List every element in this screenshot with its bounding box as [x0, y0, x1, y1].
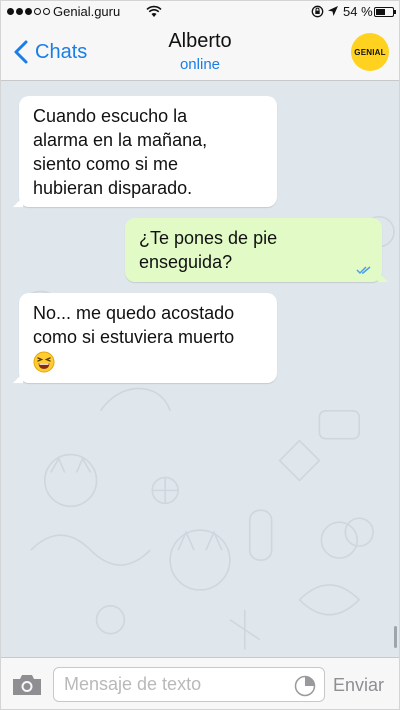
- message-line: hubieran disparado.: [33, 178, 193, 198]
- chat-header: Chats Alberto online GENIAL: [1, 23, 399, 81]
- battery-percentage: 54 %: [343, 4, 373, 19]
- message-line: alarma en la mañana,: [33, 130, 208, 150]
- message-line: ¿Te pones de pie: [139, 228, 278, 248]
- message-bubble-incoming[interactable]: Cuando escucho la alarma en la mañana, s…: [13, 96, 277, 207]
- message-line: Cuando escucho la: [33, 106, 188, 126]
- message-line: como si estuviera muerto: [33, 327, 235, 347]
- carrier-name: Genial.guru: [53, 4, 121, 19]
- double-check-icon: [356, 266, 371, 275]
- contact-name[interactable]: Alberto: [1, 30, 399, 53]
- phone-screen: Genial.guru 54 % Chats Alberto online GE…: [0, 0, 400, 710]
- message-bubble-outgoing[interactable]: ¿Te pones de pie enseguida?: [125, 218, 388, 282]
- location-arrow-icon: [328, 6, 338, 16]
- message-line: siento como si me: [33, 154, 179, 174]
- avatar[interactable]: GENIAL: [351, 33, 389, 71]
- wifi-icon: [146, 5, 162, 17]
- message-line: No... me quedo acostado: [33, 303, 235, 323]
- sticker-icon[interactable]: [294, 675, 316, 697]
- scrollbar[interactable]: [394, 626, 397, 648]
- message-composer: Enviar: [1, 657, 399, 709]
- camera-icon[interactable]: [11, 673, 43, 697]
- message-input[interactable]: [53, 667, 325, 702]
- send-button[interactable]: Enviar: [333, 675, 384, 696]
- laughing-face-icon: [33, 351, 55, 373]
- avatar-logo-text: GENIAL: [354, 47, 386, 57]
- contact-status: online: [179, 56, 221, 73]
- message-line: enseguida?: [139, 252, 233, 272]
- message-bubble-incoming[interactable]: No... me quedo acostado como si estuvier…: [13, 293, 277, 383]
- battery-icon: [374, 7, 396, 17]
- signal-strength-icon: [7, 8, 50, 15]
- rotation-lock-icon: [311, 5, 324, 18]
- status-bar: Genial.guru 54 %: [1, 1, 399, 23]
- message-list[interactable]: Cuando escucho la alarma en la mañana, s…: [1, 81, 399, 657]
